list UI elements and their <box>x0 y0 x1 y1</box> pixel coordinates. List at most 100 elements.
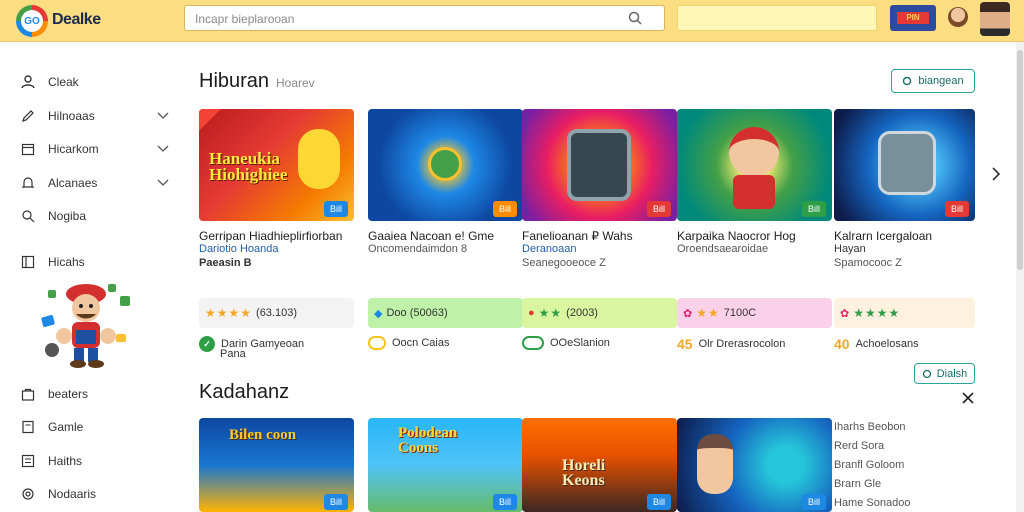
card-footer-number: 45 <box>677 336 693 352</box>
sidebar-item-haiths[interactable]: Haiths <box>20 451 175 471</box>
notification-avatar[interactable] <box>948 7 968 27</box>
card-title[interactable]: Kalrarn Icergaloan <box>834 229 932 243</box>
chevron-down-icon[interactable] <box>157 176 169 188</box>
star-rating: ★★★★ <box>205 306 253 320</box>
search-icon[interactable] <box>628 11 642 25</box>
game-character <box>697 434 733 494</box>
rating-count: (2003) <box>566 307 598 319</box>
list-item[interactable]: Iharhs Beobon <box>834 418 974 437</box>
coin-icon <box>368 336 386 350</box>
game-card-image[interactable]: Bill <box>522 109 677 221</box>
card-subtitle: Deranoaan <box>522 243 577 255</box>
chevron-right-icon[interactable] <box>990 166 1002 182</box>
rating-box[interactable]: ★★★★ (63.103) <box>199 298 354 328</box>
sidebar-item-beaters[interactable]: beaters <box>20 384 175 404</box>
game-card-image[interactable]: Haneukia Hiohighiee Bill <box>199 109 354 221</box>
star-rating: ★★★★ <box>853 306 901 320</box>
sidebar-item-gamle[interactable]: Gamle <box>20 417 175 437</box>
card-title[interactable]: Fanelioanan ₽ Wahs <box>522 229 633 243</box>
sidebar-item-nogiba[interactable]: Nogiba <box>20 206 175 226</box>
calendar-icon <box>20 141 36 157</box>
search-icon <box>903 76 912 85</box>
rating-box[interactable]: ✿ ★★ 7100C <box>677 298 832 328</box>
card-tag: Bill <box>324 201 348 217</box>
card-footer: Oocn Caias <box>368 336 449 350</box>
chevron-down-icon[interactable] <box>157 142 169 154</box>
mascot-illustration <box>41 284 130 368</box>
card-meta: Seanegooeoce Z <box>522 257 606 269</box>
bell-icon <box>20 175 36 191</box>
brand-name[interactable]: Dealke <box>52 11 101 29</box>
section-action-button[interactable]: Dialsh <box>914 363 975 384</box>
card-footer-number: 40 <box>834 336 850 352</box>
list-item[interactable]: Hame Sonadoo <box>834 494 974 512</box>
game-card-image[interactable]: Bill <box>368 109 523 221</box>
section-action-button[interactable]: biangean <box>891 69 975 93</box>
sidebar-item-cleak[interactable]: Cleak <box>20 72 175 92</box>
sidebar-item-hilnoaas[interactable]: Hilnoaas <box>20 106 175 126</box>
sidebar-item-label: Hilnoaas <box>48 109 95 123</box>
card-tag: Bill <box>493 201 517 217</box>
card-tag: Bill <box>802 494 826 510</box>
game-robot <box>878 131 936 195</box>
sidebar-item-label: Gamle <box>48 420 84 434</box>
sidebar-item-label: Alcanaes <box>48 176 98 190</box>
star-rating: ★★ <box>538 306 563 320</box>
game-card-image[interactable]: Bilen coon Bill <box>199 418 354 512</box>
rating-count: 7100C <box>723 307 757 319</box>
list-item[interactable]: Brarn Gle <box>834 475 974 494</box>
game-card-image[interactable]: Polodean Coons Bill <box>368 418 523 512</box>
rating-count: Doo (50063) <box>386 307 448 319</box>
rating-box[interactable]: ● ★★ (2003) <box>522 298 677 328</box>
sidebar-item-hicahs[interactable]: Hicahs <box>20 252 175 272</box>
list-item[interactable]: Rerd Sora <box>834 437 974 456</box>
card-tag: Bill <box>493 494 517 510</box>
game-character <box>428 147 462 181</box>
game-character-body <box>733 175 775 209</box>
card-footer-label: Achoelosans <box>855 338 919 350</box>
card-subtitle: Dariotio Hoanda <box>199 243 279 255</box>
region-badge[interactable]: PIN <box>890 5 936 31</box>
scrollbar-thumb[interactable] <box>1017 50 1023 270</box>
card-meta: Oroendsaearoidae <box>677 243 769 255</box>
sidebar-item-nodaaris[interactable]: Nodaaris <box>20 484 175 504</box>
game-card-image[interactable]: Bill <box>834 109 975 221</box>
flower-icon: ✿ <box>683 307 693 320</box>
card-title[interactable]: Gerripan Hiadhieplirfiorban <box>199 229 342 243</box>
card-footer-label: OOeSlanion <box>550 337 610 349</box>
rating-box[interactable]: ✿ ★★★★ <box>834 298 975 328</box>
top-bar: GO Dealke Incapr bieplarooan PIN <box>0 0 1024 42</box>
chevron-down-icon[interactable] <box>157 109 169 121</box>
sidebar-item-label: Haiths <box>48 454 83 468</box>
sidebar-item-alcanaes[interactable]: Alcanaes <box>20 173 175 193</box>
section-action-label: Dialsh <box>936 367 968 380</box>
user-avatar[interactable] <box>980 2 1010 36</box>
sidebar-item-label: Hicarkom <box>48 142 99 156</box>
game-card-image[interactable]: Bill <box>677 109 832 221</box>
list-item[interactable]: Branfl Goloom <box>834 456 974 475</box>
list-icon <box>20 453 36 469</box>
game-device <box>567 129 631 201</box>
search-input[interactable]: Incapr bieplarooan <box>184 5 665 31</box>
close-icon[interactable] <box>962 392 974 404</box>
sidebar-item-label: Cleak <box>48 75 79 89</box>
flower-icon: ✿ <box>840 307 850 320</box>
bag-icon <box>20 386 36 402</box>
rating-box[interactable]: ◆ Doo (50063) <box>368 298 523 328</box>
gear-icon <box>20 486 36 502</box>
game-card-image[interactable]: Horeli Keons Bill <box>522 418 677 512</box>
game-character <box>298 129 340 189</box>
badge-icon: ● <box>528 307 535 319</box>
pen-icon <box>20 108 36 124</box>
card-title[interactable]: Gaaiea Nacoan e! Gme <box>368 229 494 243</box>
sidebar-item-label: Nodaaris <box>48 487 97 501</box>
card-title[interactable]: Karpaika Naocror Hog <box>677 229 796 243</box>
sidebar-item-hicarkom[interactable]: Hicarkom <box>20 139 175 159</box>
diamond-icon: ◆ <box>374 307 383 320</box>
card-tag: Bill <box>647 201 671 217</box>
game-card-image[interactable]: Bill <box>677 418 832 512</box>
grid-icon <box>20 254 36 270</box>
card-meta: Paeasin B <box>199 257 252 269</box>
brand-logo[interactable]: GO <box>16 5 48 37</box>
promo-banner[interactable] <box>677 5 877 31</box>
